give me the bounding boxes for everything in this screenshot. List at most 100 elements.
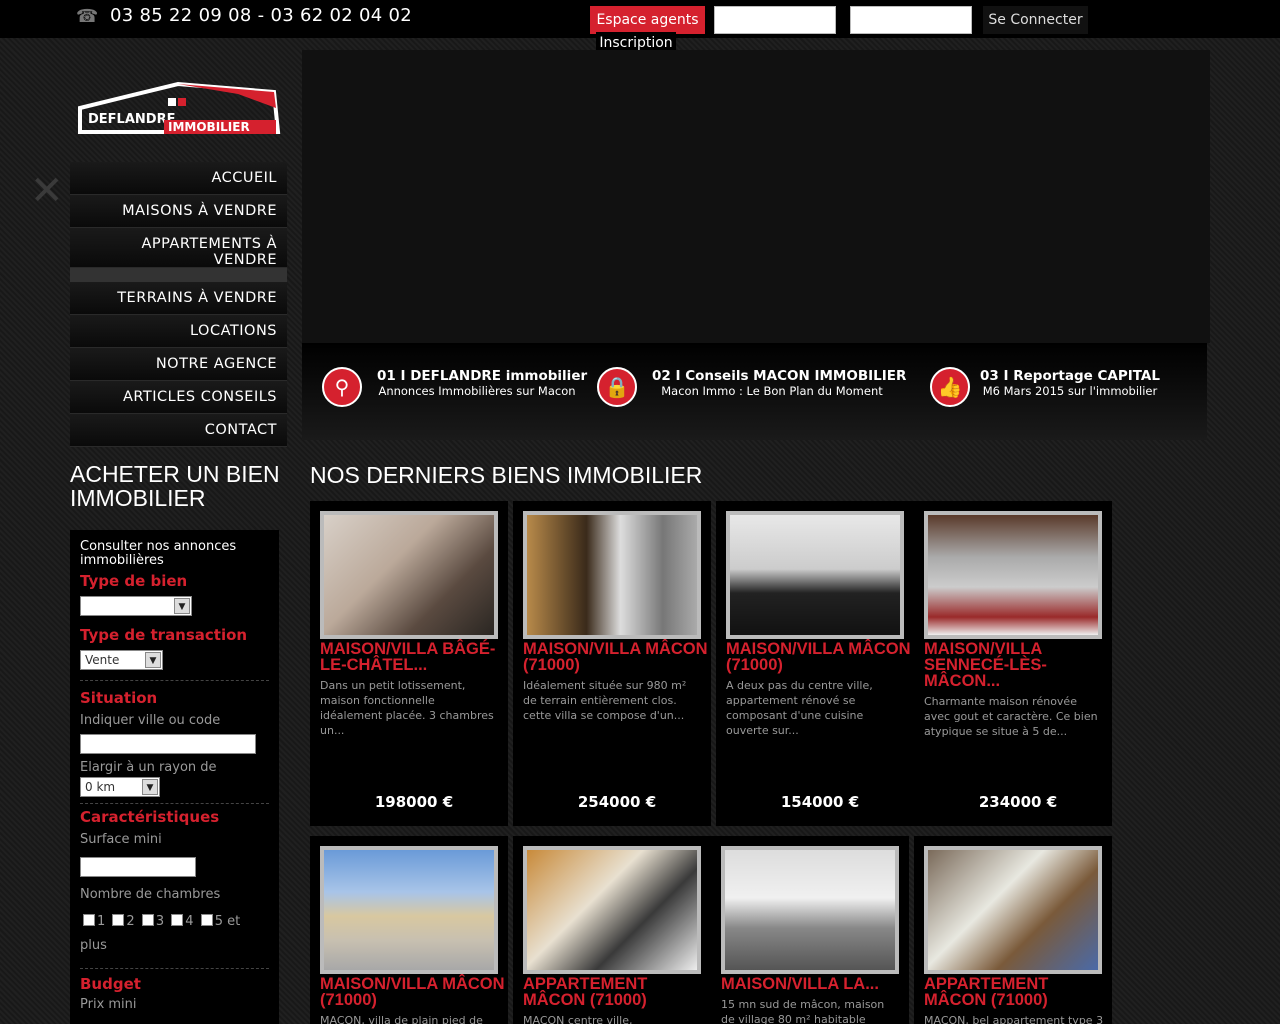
feature-3-sub: M6 Mars 2015 sur l'immobilier	[982, 384, 1158, 398]
transaction-value: Vente	[85, 653, 120, 667]
property-description: MACON, villa de plain pied de	[320, 1014, 483, 1024]
property-title[interactable]: MAISON/VILLA LA...	[721, 976, 906, 993]
property-title[interactable]: MAISON/VILLA MÂCON (71000)	[726, 641, 911, 674]
property-price: 254000 €	[577, 793, 657, 811]
prix-label: Prix mini	[80, 997, 137, 1012]
search-intro: Consulter nos annonces immobilières	[80, 539, 237, 568]
ville-label: Indiquer ville ou code	[80, 713, 221, 728]
rayon-select[interactable]: 0 km ▼	[80, 777, 160, 797]
ville-input[interactable]	[80, 734, 256, 754]
caracteristiques-label: Caractéristiques	[80, 808, 220, 826]
features-bar: ⚲ 01 I DEFLANDRE immobilier Annonces Imm…	[302, 343, 1207, 440]
property-card[interactable]: MAISON/VILLA LA... 15 mn sud de mâcon, m…	[711, 836, 909, 1024]
property-price: 234000 €	[978, 793, 1058, 811]
property-description: MACON, bel appartement type 3	[924, 1014, 1104, 1024]
property-photo[interactable]	[924, 511, 1102, 639]
property-card[interactable]: APPARTEMENT MÂCON (71000) MACON centre v…	[513, 836, 711, 1024]
property-title[interactable]: APPARTEMENT MÂCON (71000)	[924, 976, 1109, 1009]
property-description: 15 mn sud de mâcon, maison de village 80…	[721, 998, 885, 1024]
chambre-1-label: 1	[97, 914, 106, 929]
logo-graphic: DEFLANDRE IMMOBILIER	[78, 81, 281, 134]
surface-input[interactable]	[80, 857, 196, 877]
chevron-down-icon: ▼	[145, 652, 161, 668]
search-form: Consulter nos annonces immobilières Type…	[70, 530, 279, 1024]
property-card[interactable]: MAISON/VILLA MÂCON (71000) MACON, villa …	[310, 836, 508, 1024]
chambre-4-checkbox[interactable]	[171, 914, 184, 926]
chambre-1-checkbox[interactable]	[83, 914, 95, 926]
property-photo[interactable]	[320, 846, 498, 974]
property-description: MACON centre ville,	[523, 1014, 633, 1024]
property-price: 198000 €	[374, 793, 454, 811]
nav-accueil[interactable]: ACCUEIL	[70, 162, 287, 195]
nav-separator	[70, 268, 287, 282]
feature-3-title: 03 I Reportage CAPITAL	[980, 368, 1160, 384]
espace-agents-button[interactable]: Espace agents	[590, 6, 705, 34]
search-icon: ⚲	[322, 367, 362, 407]
feature-1-sub: Annonces Immobilières sur Macon	[378, 384, 576, 398]
thumbs-up-icon: 👍	[930, 367, 970, 407]
feature-2-sub: Macon Immo : Le Bon Plan du Moment	[661, 384, 883, 398]
password-input[interactable]	[850, 6, 972, 34]
property-card[interactable]: APPARTEMENT MÂCON (71000) MACON, bel app…	[914, 836, 1112, 1024]
nav-appartements[interactable]: APPARTEMENTS À VENDRE	[70, 228, 287, 268]
property-description: Idéalement située sur 980 m² de terrain …	[523, 679, 687, 722]
property-title[interactable]: MAISON/VILLA MÂCON (71000)	[320, 976, 505, 1009]
x-decoration-icon: ✕	[30, 168, 64, 214]
hero-banner	[302, 50, 1210, 343]
property-price: 154000 €	[780, 793, 860, 811]
chambre-3-label: 3	[155, 914, 165, 929]
rayon-label: Elargir à un rayon de	[80, 760, 217, 775]
chambre-5-checkbox[interactable]	[200, 914, 213, 926]
surface-label: Surface mini	[80, 832, 162, 847]
logo-line2: IMMOBILIER	[168, 120, 250, 134]
chambre-2-label: 2	[126, 914, 135, 929]
lock-icon: 🔒	[597, 367, 637, 407]
type-bien-select[interactable]: ▼	[80, 596, 192, 616]
logo[interactable]: DEFLANDRE IMMOBILIER	[78, 80, 282, 138]
chambre-2-checkbox[interactable]	[112, 914, 125, 926]
property-card[interactable]: MAISON/VILLA MÂCON (71000) A deux pas du…	[716, 501, 914, 826]
nav-articles[interactable]: ARTICLES CONSEILS	[70, 381, 287, 414]
nav-contact[interactable]: CONTACT	[70, 414, 287, 447]
budget-label: Budget	[80, 975, 141, 993]
property-title[interactable]: MAISON/VILLA BÂGÉ-LE-CHÂTEL...	[320, 641, 505, 674]
chambre-4-label: 4	[185, 914, 194, 929]
property-card[interactable]: MAISON/VILLA BÂGÉ-LE-CHÂTEL... Dans un p…	[310, 501, 508, 826]
property-photo[interactable]	[924, 846, 1102, 974]
chambres-checkboxes: 1 2 3 4 5 et plus	[80, 910, 269, 958]
property-title[interactable]: APPARTEMENT MÂCON (71000)	[523, 976, 708, 1009]
side-title: ACHETER UN BIEN IMMOBILIER	[70, 461, 280, 511]
nav-maisons[interactable]: MAISONS À VENDRE	[70, 195, 287, 228]
property-description: Dans un petit lotissement, maison foncti…	[320, 679, 494, 737]
feature-1-title: 01 I DEFLANDRE immobilier	[377, 368, 588, 384]
property-photo[interactable]	[523, 511, 701, 639]
type-bien-label: Type de bien	[80, 572, 188, 590]
chevron-down-icon: ▼	[142, 779, 158, 795]
property-photo[interactable]	[726, 511, 904, 639]
property-title[interactable]: MAISON/VILLA SENNECÉ-LÈS-MÂCON...	[924, 641, 1109, 690]
property-photo[interactable]	[721, 846, 899, 974]
feature-2-title: 02 I Conseils MACON IMMOBILIER	[652, 368, 907, 384]
property-card[interactable]: MAISON/VILLA SENNECÉ-LÈS-MÂCON... Charma…	[914, 501, 1112, 826]
login-input[interactable]	[714, 6, 836, 34]
divider	[80, 680, 269, 681]
rayon-value: 0 km	[85, 780, 116, 794]
chambres-label: Nombre de chambres	[80, 887, 221, 902]
chambre-3-checkbox[interactable]	[141, 914, 154, 926]
property-title[interactable]: MAISON/VILLA MÂCON (71000)	[523, 641, 708, 674]
main-title: NOS DERNIERS BIENS IMMOBILIER	[310, 462, 703, 488]
situation-label: Situation	[80, 689, 158, 707]
phone-icon: ☎	[76, 6, 99, 27]
connect-button[interactable]: Se Connecter	[983, 6, 1088, 34]
type-transaction-select[interactable]: Vente ▼	[80, 650, 163, 670]
nav-agence[interactable]: NOTRE AGENCE	[70, 348, 287, 381]
property-photo[interactable]	[320, 511, 498, 639]
divider	[80, 803, 269, 804]
nav-terrains[interactable]: TERRAINS À VENDRE	[70, 282, 287, 315]
divider	[80, 968, 269, 969]
nav-locations[interactable]: LOCATIONS	[70, 315, 287, 348]
property-card[interactable]: MAISON/VILLA MÂCON (71000) Idéalement si…	[513, 501, 711, 826]
main-nav: ACCUEIL MAISONS À VENDRE APPARTEMENTS À …	[70, 162, 287, 447]
logo-line1: DEFLANDRE	[88, 112, 175, 127]
property-photo[interactable]	[523, 846, 701, 974]
